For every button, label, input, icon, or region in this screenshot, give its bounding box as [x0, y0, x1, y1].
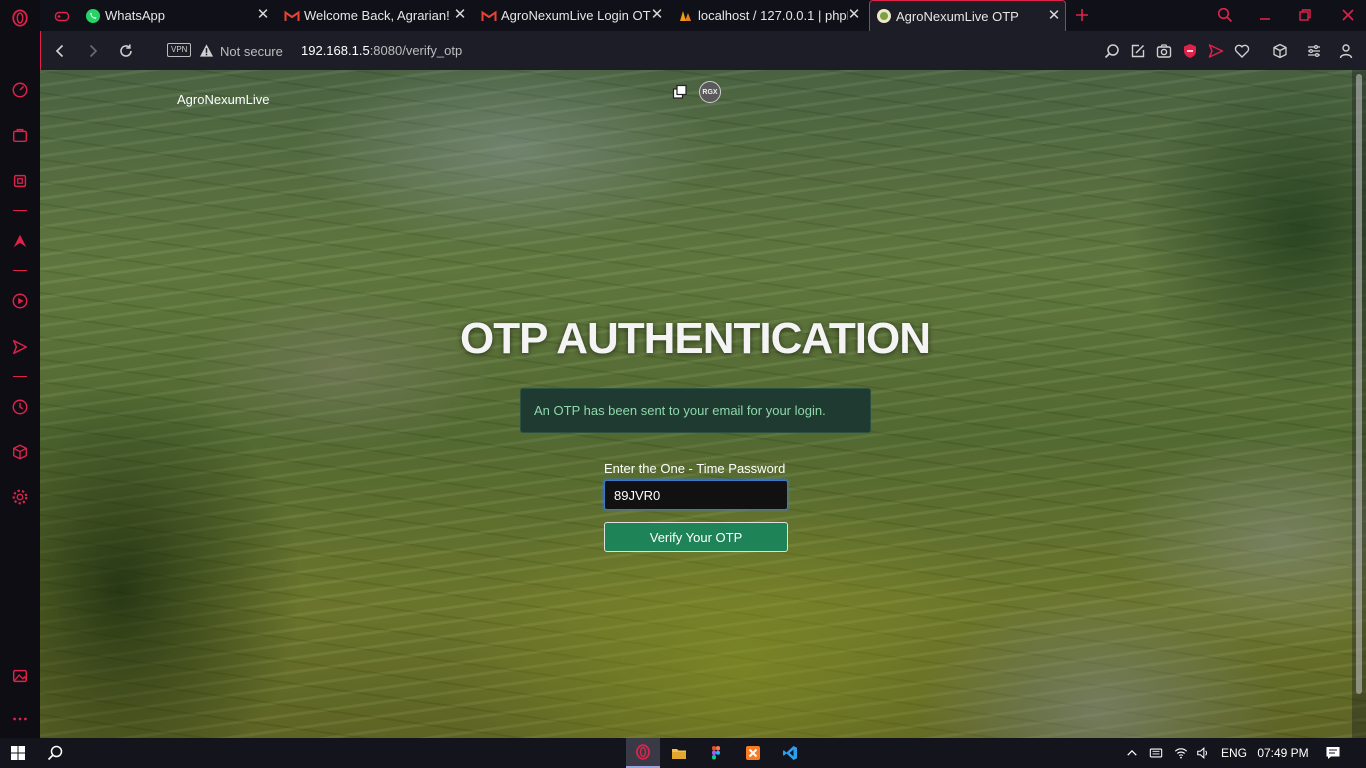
restore-window-icon[interactable]: [1294, 5, 1316, 25]
vpn-badge[interactable]: VPN: [167, 43, 192, 57]
close-window-icon[interactable]: [1337, 5, 1359, 25]
warning-triangle-icon[interactable]: [199, 43, 214, 58]
whatsapp-icon: [85, 8, 101, 24]
gmail-icon: [481, 8, 497, 24]
windows-start-icon[interactable]: [1, 738, 35, 768]
otp-sent-alert: An OTP has been sent to your email for y…: [520, 388, 871, 433]
image-gallery-icon[interactable]: [0, 661, 40, 691]
forward-button[interactable]: [82, 40, 104, 62]
extensions-cube-icon[interactable]: [0, 437, 40, 467]
minimize-window-icon[interactable]: [1254, 5, 1276, 25]
sidebar-separator: [13, 270, 27, 271]
close-tab-icon[interactable]: ✕: [453, 7, 467, 22]
tab-title: Welcome Back, Agrarian! -: [304, 8, 454, 23]
send-flow-toolbar-icon[interactable]: [1206, 41, 1226, 61]
page-content: AgroNexumLive RGX OTP AUTHENTICATION An …: [40, 70, 1366, 738]
taskbar-figma-icon[interactable]: [699, 738, 733, 768]
share-edit-icon[interactable]: [1128, 41, 1148, 61]
browser-sidebar: [0, 0, 40, 738]
speed-dial-icon[interactable]: [0, 75, 40, 105]
page-scrollbar[interactable]: [1352, 70, 1366, 738]
site-favicon-icon: [876, 8, 892, 24]
profile-icon[interactable]: [1336, 41, 1356, 61]
close-tab-icon[interactable]: ✕: [650, 7, 664, 22]
verify-otp-button[interactable]: Verify Your OTP: [604, 522, 788, 552]
gamepad-icon: [54, 8, 70, 24]
player-icon[interactable]: [0, 286, 40, 316]
page-search-icon[interactable]: [1102, 41, 1122, 61]
rgx-extension-badge[interactable]: RGX: [699, 81, 721, 103]
language-indicator[interactable]: ENG: [1220, 745, 1248, 761]
aria-ai-icon[interactable]: [0, 226, 40, 256]
close-tab-icon[interactable]: ✕: [847, 7, 861, 22]
volume-icon[interactable]: [1194, 745, 1212, 761]
tab-phpmyadmin[interactable]: localhost / 127.0.0.1 | phpM ✕: [672, 0, 865, 31]
taskbar-opera-gx-icon[interactable]: [626, 738, 660, 768]
opera-logo-icon[interactable]: [0, 3, 40, 33]
page-title: OTP AUTHENTICATION: [459, 314, 931, 363]
address-bar: VPN Not secure 192.168.1.5:8080/verify_o…: [40, 31, 1366, 70]
windows-taskbar: ENG 07:49 PM: [0, 738, 1366, 768]
clock[interactable]: 07:49 PM: [1256, 745, 1310, 761]
tab-whatsapp[interactable]: WhatsApp ✕: [79, 0, 274, 31]
tab-title: WhatsApp: [105, 8, 165, 23]
tab-title: AgroNexumLive Login OTP: [501, 8, 651, 23]
brand-link[interactable]: AgroNexumLive: [177, 92, 270, 107]
tab-gx-corner[interactable]: [48, 0, 78, 31]
tab-agronexum-otp[interactable]: AgroNexumLive OTP ✕: [869, 0, 1066, 31]
history-icon[interactable]: [0, 392, 40, 422]
workspaces-icon[interactable]: [0, 120, 40, 150]
extensions-box-icon[interactable]: [1270, 41, 1290, 61]
reload-button[interactable]: [115, 40, 137, 62]
input-method-icon[interactable]: [1147, 745, 1165, 761]
more-options-icon[interactable]: [0, 704, 40, 734]
easy-setup-icon[interactable]: [1304, 41, 1324, 61]
tab-strip: WhatsApp ✕ Welcome Back, Agrarian! - ✕ A…: [40, 0, 1366, 31]
url-path: :8080/verify_otp: [369, 43, 463, 58]
settings-gear-icon[interactable]: [0, 482, 40, 512]
tab-title: AgroNexumLive OTP: [896, 8, 1019, 24]
new-tab-button[interactable]: [1071, 5, 1093, 25]
notifications-icon[interactable]: [1324, 745, 1342, 761]
otp-input[interactable]: [604, 480, 788, 510]
tab-title: localhost / 127.0.0.1 | phpM: [698, 8, 848, 23]
sidebar-separator: [13, 210, 27, 211]
send-flow-icon[interactable]: [0, 332, 40, 362]
tab-gmail-welcome[interactable]: Welcome Back, Agrarian! - ✕: [278, 0, 471, 31]
close-tab-icon[interactable]: ✕: [1047, 8, 1061, 23]
otp-input-label: Enter the One - Time Password: [604, 461, 786, 476]
screen: WhatsApp ✕ Welcome Back, Agrarian! - ✕ A…: [0, 0, 1366, 768]
url-field[interactable]: 192.168.1.5:8080/verify_otp: [301, 43, 462, 58]
url-host: 192.168.1.5: [301, 43, 370, 58]
tab-gmail-otp[interactable]: AgroNexumLive Login OTP ✕: [475, 0, 668, 31]
sidebar-separator: [13, 376, 27, 377]
adblock-shield-icon[interactable]: [1180, 41, 1200, 61]
phpmyadmin-icon: [678, 8, 694, 24]
close-tab-icon[interactable]: ✕: [256, 7, 270, 22]
bookmark-heart-icon[interactable]: [1232, 41, 1252, 61]
taskbar-search-icon[interactable]: [38, 738, 72, 768]
security-status-label[interactable]: Not secure: [220, 44, 283, 59]
taskbar-xampp-icon[interactable]: [736, 738, 770, 768]
wifi-icon[interactable]: [1172, 745, 1190, 761]
snapshot-camera-icon[interactable]: [1154, 41, 1174, 61]
tab-search-icon[interactable]: [1214, 5, 1236, 25]
gmail-icon: [284, 8, 300, 24]
taskbar-file-explorer-icon[interactable]: [662, 738, 696, 768]
taskbar-vscode-icon[interactable]: [773, 738, 807, 768]
hardware-cpu-icon[interactable]: [0, 166, 40, 196]
scrollbar-thumb[interactable]: [1356, 74, 1362, 694]
show-hidden-icons-chevron-icon[interactable]: [1124, 745, 1140, 761]
copy-icon[interactable]: [672, 84, 688, 100]
back-button[interactable]: [49, 40, 71, 62]
